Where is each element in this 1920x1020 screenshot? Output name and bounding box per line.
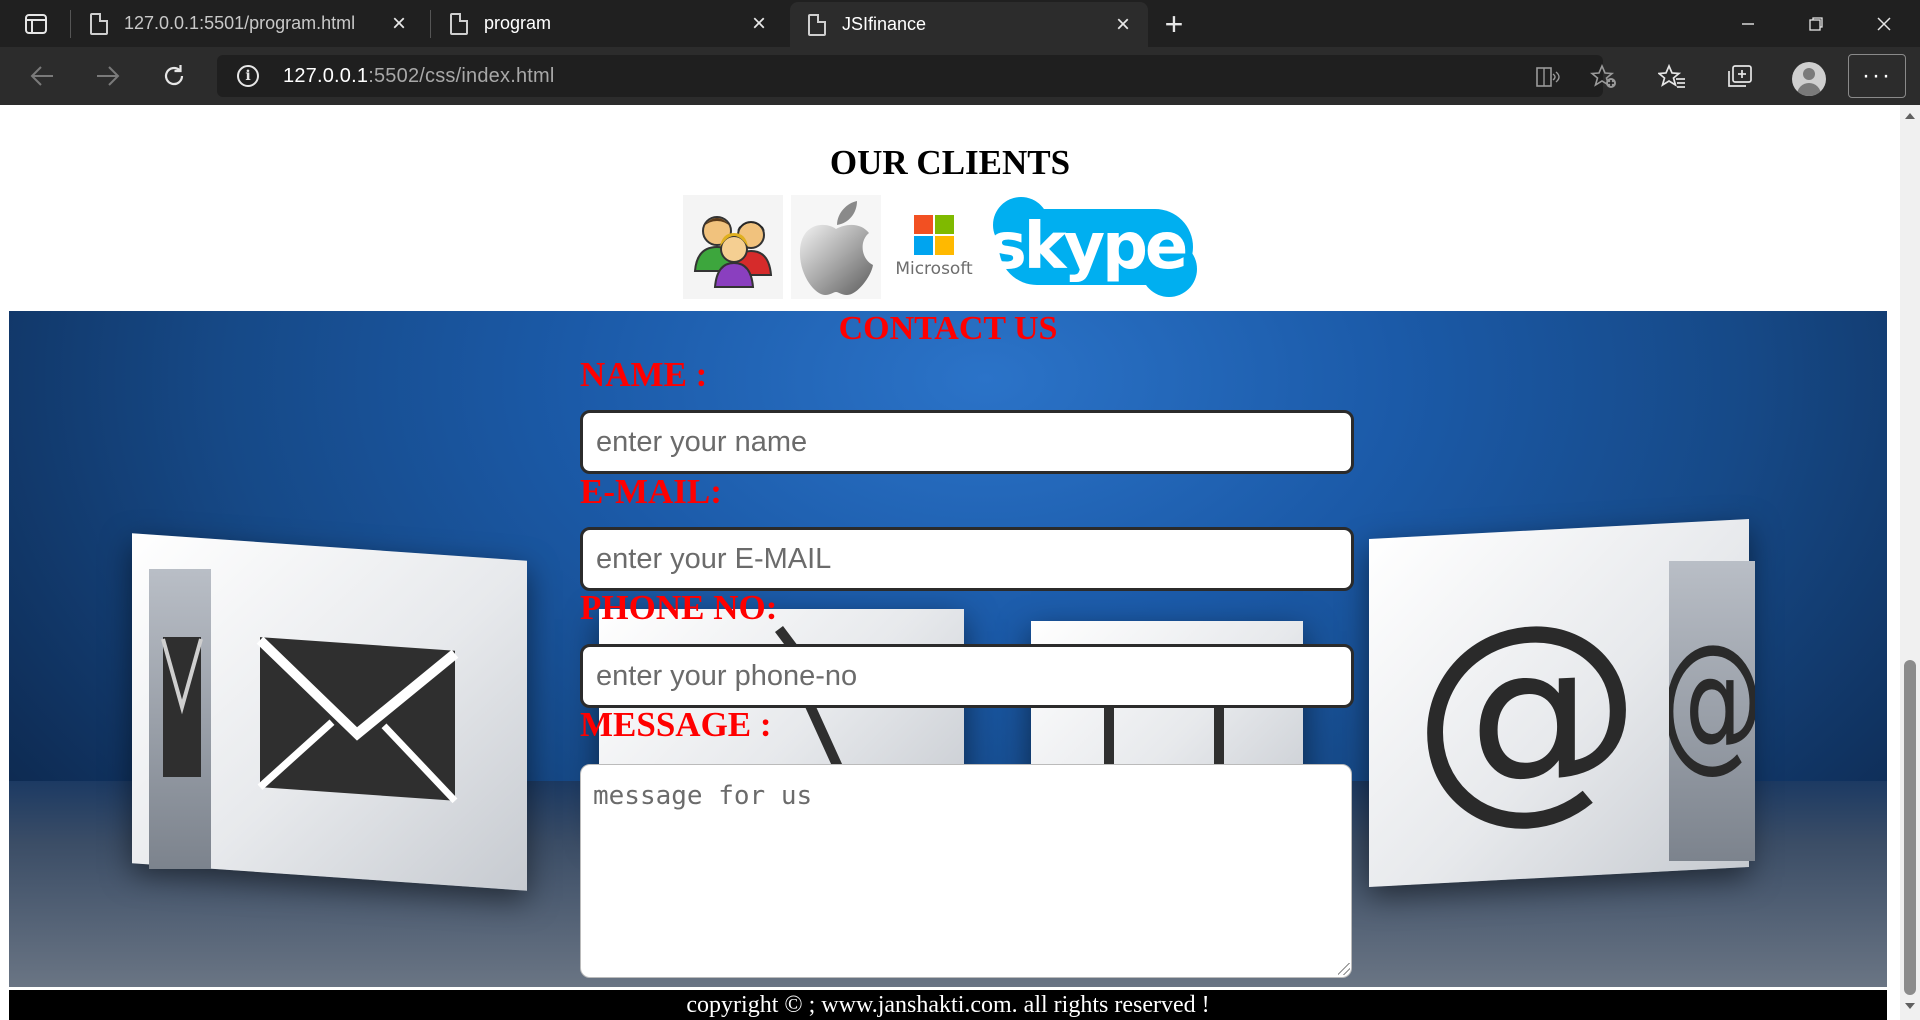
name-label: NAME :: [580, 355, 708, 394]
add-favorite-icon[interactable]: [1589, 63, 1616, 90]
skype-logo: skype: [987, 195, 1203, 299]
textarea-resize-handle[interactable]: [1338, 963, 1350, 975]
microsoft-wordmark: Microsoft: [895, 259, 973, 279]
scroll-down-icon[interactable]: [1905, 1003, 1915, 1009]
url-host: 127.0.0.1: [283, 65, 369, 87]
tab-separator: [70, 10, 71, 38]
people-logo: [683, 195, 783, 299]
page-scrollbar[interactable]: [1900, 105, 1920, 1020]
phone-input[interactable]: [580, 644, 1354, 708]
scroll-up-icon[interactable]: [1905, 113, 1915, 119]
forward-icon[interactable]: [88, 56, 128, 96]
back-icon[interactable]: [22, 56, 62, 96]
new-tab-button[interactable]: +: [1156, 6, 1192, 42]
message-textarea[interactable]: [580, 764, 1352, 978]
page-icon: [450, 12, 468, 35]
envelope-cube-side: [149, 569, 211, 869]
collections-icon[interactable]: [1724, 61, 1756, 93]
url-text[interactable]: 127.0.0.1:5502/css/index.html: [283, 65, 555, 88]
url-path: :5502/css/index.html: [368, 65, 555, 87]
footer-copyright: copyright © ; www.janshakti.com. all rig…: [9, 990, 1887, 1020]
skype-wordmark: skype: [989, 210, 1186, 284]
tab-label: 127.0.0.1:5501/program.html: [124, 13, 356, 33]
info-icon[interactable]: i: [237, 65, 259, 87]
tab-close-button[interactable]: ×: [1108, 10, 1138, 40]
clients-heading: OUR CLIENTS: [829, 143, 1071, 182]
tab-jsifinance[interactable]: JSIfinance ×: [790, 2, 1148, 47]
page-icon: [808, 13, 826, 36]
tab-label: JSIfinance: [842, 14, 927, 34]
tab-label: program: [484, 13, 552, 33]
tab-close-button[interactable]: ×: [384, 9, 414, 39]
browser-toolbar: i 127.0.0.1:5502/css/index.html ···: [0, 47, 1920, 105]
profile-icon[interactable]: [1792, 62, 1826, 96]
svg-text:@: @: [1412, 570, 1642, 850]
tab-program[interactable]: program ×: [432, 0, 784, 47]
phone-label: PHONE NO:: [580, 588, 778, 627]
minimize-icon[interactable]: [1714, 0, 1782, 47]
at-sign-side-icon: @: [1659, 612, 1764, 787]
microsoft-squares-icon: [914, 215, 954, 255]
page-icon: [90, 12, 108, 35]
email-label: E-MAIL:: [580, 472, 722, 511]
refresh-icon[interactable]: [154, 56, 194, 96]
clients-logos: Microsoft skype: [683, 192, 1211, 302]
at-sign-cube-side: @: [1659, 561, 1764, 861]
window-close-icon[interactable]: [1850, 0, 1918, 47]
email-input[interactable]: [580, 527, 1354, 591]
microsoft-logo: Microsoft: [889, 195, 979, 299]
tab-separator: [430, 10, 431, 38]
address-bar[interactable]: i 127.0.0.1:5502/css/index.html: [217, 55, 1616, 97]
immersive-reader-icon[interactable]: [1535, 64, 1561, 90]
restore-icon[interactable]: [1782, 0, 1850, 47]
tab-actions-icon[interactable]: [14, 8, 58, 40]
apple-logo: [791, 195, 881, 299]
more-icon[interactable]: ···: [1848, 54, 1906, 98]
message-label: MESSAGE :: [580, 705, 772, 744]
tab-program-html[interactable]: 127.0.0.1:5501/program.html ×: [72, 0, 424, 47]
favorites-icon[interactable]: [1656, 61, 1688, 93]
tab-strip: 127.0.0.1:5501/program.html × program × …: [0, 0, 1920, 47]
contact-section: @ @ CONTACT US NAME : E-MAIL: PHONE NO: …: [9, 311, 1887, 987]
contact-heading: CONTACT US: [838, 311, 1058, 347]
name-input[interactable]: [580, 410, 1354, 474]
svg-text:@: @: [1669, 612, 1755, 787]
page-viewport: OUR CLIENTS Microsoft skype @ CONTACT US…: [0, 105, 1900, 1020]
tab-close-button[interactable]: ×: [744, 9, 774, 39]
scrollbar-thumb[interactable]: [1904, 660, 1916, 995]
